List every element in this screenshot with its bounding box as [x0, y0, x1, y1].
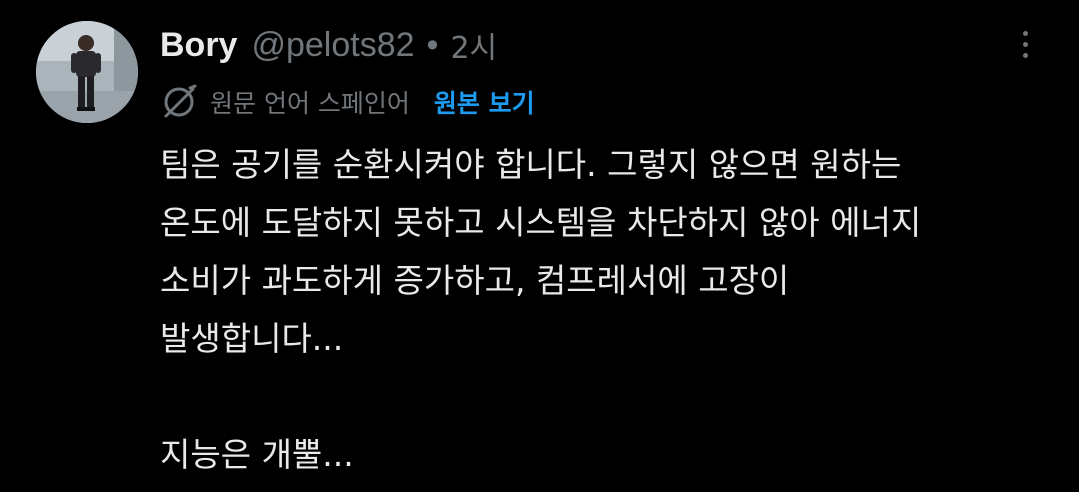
display-name[interactable]: Bory — [160, 26, 237, 65]
translate-globe-icon — [160, 83, 198, 121]
tweet-text-line: 온도에 도달하지 못하고 시스템을 차단하지 않아 에너지 — [160, 203, 922, 242]
avatar[interactable] — [36, 21, 138, 123]
user-handle[interactable]: @pelots82 — [251, 26, 414, 65]
tweet-text: 팀은 공기를 순환시켜야 합니다. 그렇지 않으면 원하는 온도에 도달하지 못… — [160, 136, 1060, 484]
tweet-text-line: 지능은 개뿔... — [160, 435, 354, 474]
tweet[interactable]: Bory @pelots82 • 2시 원문 언어 스페인어 원본 보기 팀은 … — [0, 0, 1079, 492]
avatar-image — [36, 21, 138, 123]
tweet-text-line: 소비가 과도하게 증가하고, 컴프레서에 고장이 — [160, 261, 790, 300]
show-original-link[interactable]: 원본 보기 — [434, 84, 535, 120]
tweet-header: Bory @pelots82 • 2시 — [160, 22, 497, 68]
translation-source-label: 원문 언어 스페인어 — [210, 89, 410, 118]
more-options-button[interactable] — [1010, 26, 1040, 62]
timestamp[interactable]: 2시 — [450, 23, 497, 67]
tweet-text-line: 팀은 공기를 순환시켜야 합니다. 그렇지 않으면 원하는 — [160, 145, 902, 184]
tweet-text-line: 발생합니다... — [160, 319, 344, 358]
translation-bar: 원문 언어 스페인어 원본 보기 — [160, 82, 535, 122]
separator-dot: • — [426, 25, 439, 64]
